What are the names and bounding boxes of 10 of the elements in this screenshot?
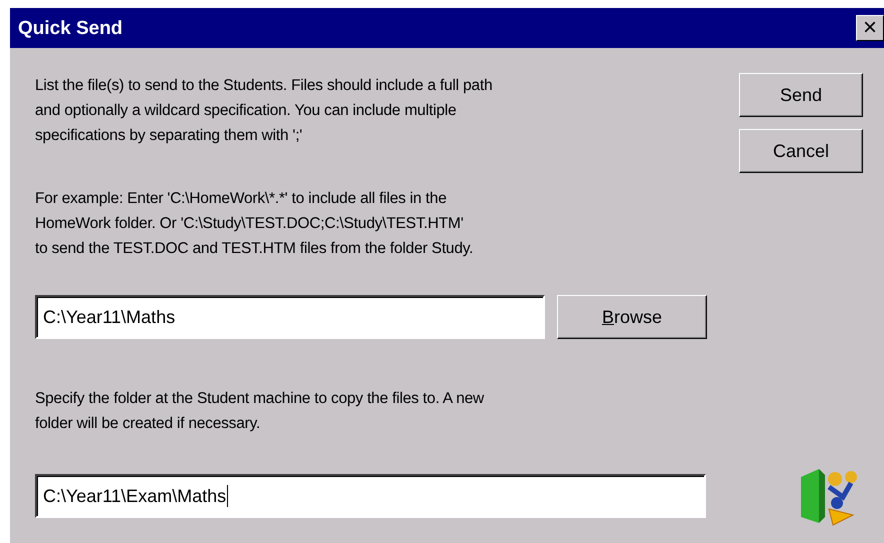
destination-path-field[interactable]: C:\Year11\Exam\Maths — [35, 474, 706, 518]
browse-button[interactable]: Browse — [557, 295, 707, 339]
example-text: For example: Enter 'C:\HomeWork\*.*' to include all files in the HomeWork folder. Or 'C:\Study\TEST.DOC;C:\Study\TEST.HTM' to send the TEST.DOC and TEST.HTM files from the folder Study. — [35, 189, 474, 259]
instructions-text: List the file(s) to send to the Students. Files should include a full path and optionally a wildcard specification. You can include multiple specifications by separating them with ';' — [35, 76, 494, 146]
destination-note: Specify the folder at the Student machine to copy the files to. A new folder will be created if necessary. — [35, 389, 485, 434]
window-title: Quick Send — [18, 16, 123, 40]
close-button[interactable]: × — [856, 15, 884, 41]
dialog-button[interactable]: Cancel — [739, 129, 863, 173]
dialog-button[interactable]: Send — [739, 73, 863, 117]
source-path-field[interactable]: C:\Year11\Maths — [35, 295, 545, 339]
